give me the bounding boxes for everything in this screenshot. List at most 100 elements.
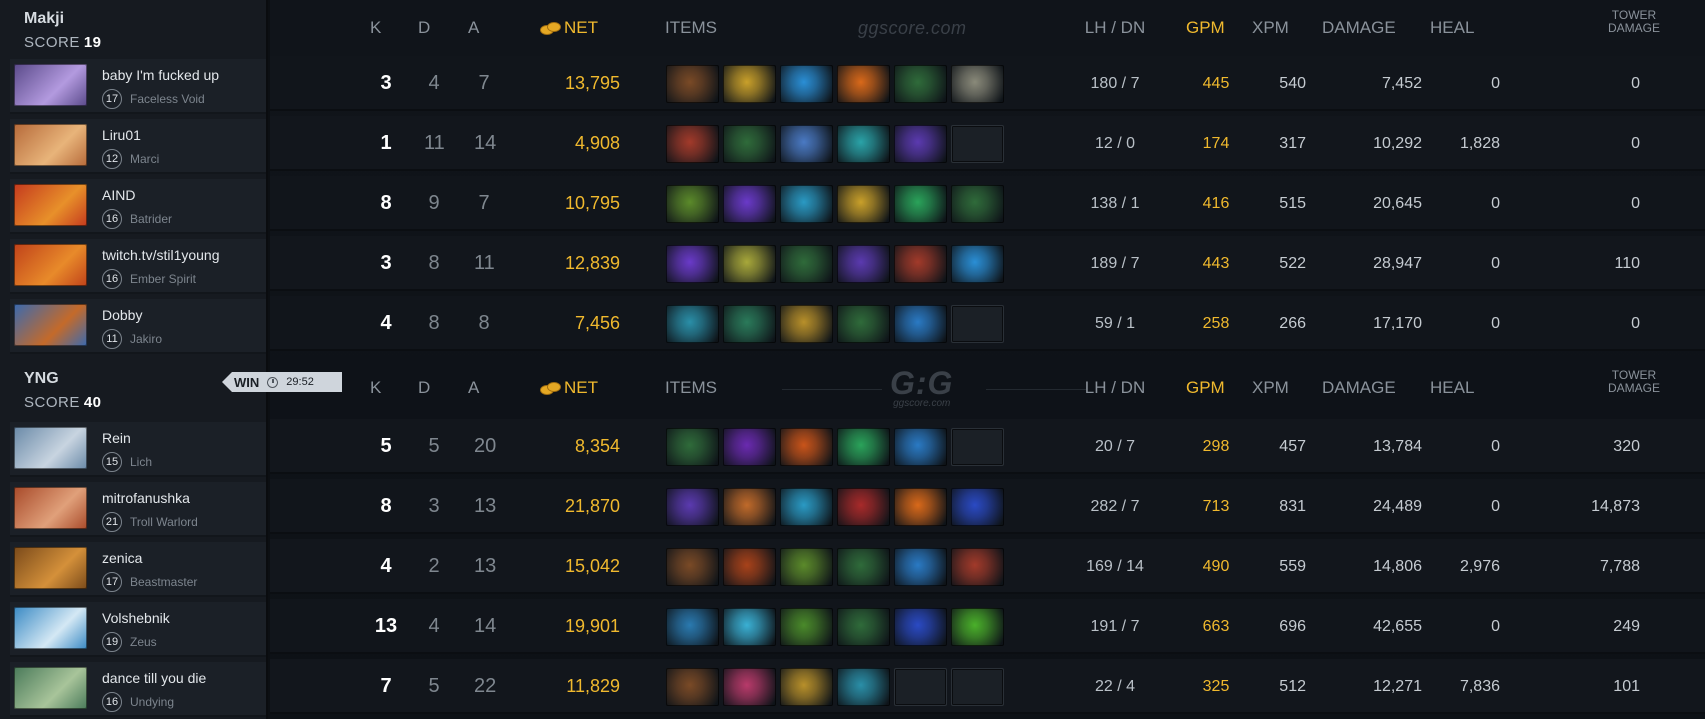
green-dagger-item-icon[interactable] [780,245,833,283]
player-name[interactable]: baby I'm fucked up [102,67,219,83]
axe-item-icon[interactable] [894,245,947,283]
gear-item-icon[interactable] [723,245,776,283]
kills: 4 [380,555,392,577]
score-value: 19 [83,34,102,51]
hero-portrait [14,487,87,529]
ice-axe-item-icon[interactable] [780,185,833,223]
axe-item-icon[interactable] [723,488,776,526]
boots-item-icon[interactable] [666,548,719,586]
player-card[interactable]: Rein 15 Lich [10,422,268,477]
fire-orb-item-icon[interactable] [837,65,890,103]
player-card[interactable]: baby I'm fucked up 17 Faceless Void [10,59,268,114]
gem-item-icon[interactable] [894,305,947,343]
player-card[interactable]: dance till you die 16 Undying [10,662,268,717]
staff-item-icon[interactable] [723,305,776,343]
item-slots [666,185,1004,223]
player-card[interactable]: Liru01 12 Marci [10,119,268,174]
kills: 7 [380,675,392,697]
spear-item-icon[interactable] [894,608,947,646]
kills: 4 [380,312,392,334]
spear-item-icon[interactable] [951,488,1004,526]
green-dagger-item-icon[interactable] [894,65,947,103]
tower-damage-value: 7,788 [1599,558,1640,575]
player-name[interactable]: Rein [102,430,131,446]
green-boots-item-icon[interactable] [837,428,890,466]
green-sword-item-icon[interactable] [780,608,833,646]
wave-item-icon[interactable] [666,305,719,343]
heal-value: 0 [1491,75,1500,92]
player-name[interactable]: Dobby [102,307,142,323]
assists: 7 [478,192,490,214]
lotus-item-icon[interactable] [666,185,719,223]
tower-damage-value: 249 [1613,618,1640,635]
purple-cloak-item-icon[interactable] [666,488,719,526]
axe-item-icon[interactable] [666,125,719,163]
mushroom-item-icon[interactable] [780,428,833,466]
green-dagger-item-icon[interactable] [837,608,890,646]
player-card[interactable]: Dobby 11 Jakiro [10,299,268,354]
gold-mask-item-icon[interactable] [780,305,833,343]
ice-axe-item-icon[interactable] [780,488,833,526]
team-name: Makji [24,10,65,27]
player-name[interactable]: dance till you die [102,670,206,686]
player-name[interactable]: mitrofanushka [102,490,190,506]
axe-item-icon[interactable] [951,548,1004,586]
green-dagger-item-icon[interactable] [837,548,890,586]
kills: 5 [380,435,392,457]
xpm-value: 317 [1279,135,1306,152]
deaths: 11 [424,132,445,154]
player-name[interactable]: Liru01 [102,127,141,143]
gem-item-icon[interactable] [894,428,947,466]
pink-flower-item-icon[interactable] [723,668,776,706]
scythe-item-icon[interactable] [951,65,1004,103]
purple-cloak-item-icon[interactable] [894,125,947,163]
damage-value: 7,452 [1381,75,1422,92]
warrior-item-icon[interactable] [723,548,776,586]
purple-blade-item-icon[interactable] [666,245,719,283]
blue-orb-item-icon[interactable] [780,65,833,103]
gem-item-icon[interactable] [894,548,947,586]
header-tower-damage: TOWER DAMAGE [1608,9,1660,35]
scroll-item-icon[interactable] [666,608,719,646]
green-dagger-item-icon[interactable] [837,305,890,343]
kills: 1 [380,132,392,154]
crystal-item-icon[interactable] [723,608,776,646]
hero-portrait [14,547,87,589]
player-card[interactable]: zenica 17 Beastmaster [10,542,268,597]
player-name[interactable]: Volshebnik [102,610,170,626]
gold-helm-item-icon[interactable] [837,185,890,223]
header-net: NET [540,18,598,38]
green-boots-item-icon[interactable] [894,185,947,223]
potion-item-icon[interactable] [780,125,833,163]
damage-value: 12,271 [1373,678,1422,695]
player-card[interactable]: twitch.tv/stil1young 16 Ember Spirit [10,239,268,294]
fire-orb-item-icon[interactable] [894,488,947,526]
green-dagger-item-icon[interactable] [666,428,719,466]
wave-item-icon[interactable] [837,668,890,706]
swirl-item-icon[interactable] [951,608,1004,646]
score-label: SCORE [24,34,80,51]
player-card[interactable]: Volshebnik 19 Zeus [10,602,268,657]
purple-cloak-item-icon[interactable] [837,245,890,283]
player-name[interactable]: zenica [102,550,142,566]
purple-blade-item-icon[interactable] [723,185,776,223]
blob-item-icon[interactable] [837,125,890,163]
blue-orb-item-icon[interactable] [951,245,1004,283]
green-dagger-item-icon[interactable] [723,125,776,163]
item-slots [666,65,1004,103]
heal-value: 0 [1491,438,1500,455]
player-card[interactable]: AIND 16 Batrider [10,179,268,234]
team-score: SCORE 19 [24,34,102,51]
gold-helm-item-icon[interactable] [723,65,776,103]
player-card[interactable]: mitrofanushka 21 Troll Warlord [10,482,268,537]
deaths: 3 [428,495,440,517]
purple-orb-item-icon[interactable] [723,428,776,466]
armor-item-icon[interactable] [837,488,890,526]
boots-item-icon[interactable] [666,65,719,103]
green-dagger-item-icon[interactable] [951,185,1004,223]
boots-item-icon[interactable] [666,668,719,706]
gold-staff-item-icon[interactable] [780,668,833,706]
player-name[interactable]: AIND [102,187,135,203]
player-name[interactable]: twitch.tv/stil1young [102,247,220,263]
lotus-item-icon[interactable] [780,548,833,586]
